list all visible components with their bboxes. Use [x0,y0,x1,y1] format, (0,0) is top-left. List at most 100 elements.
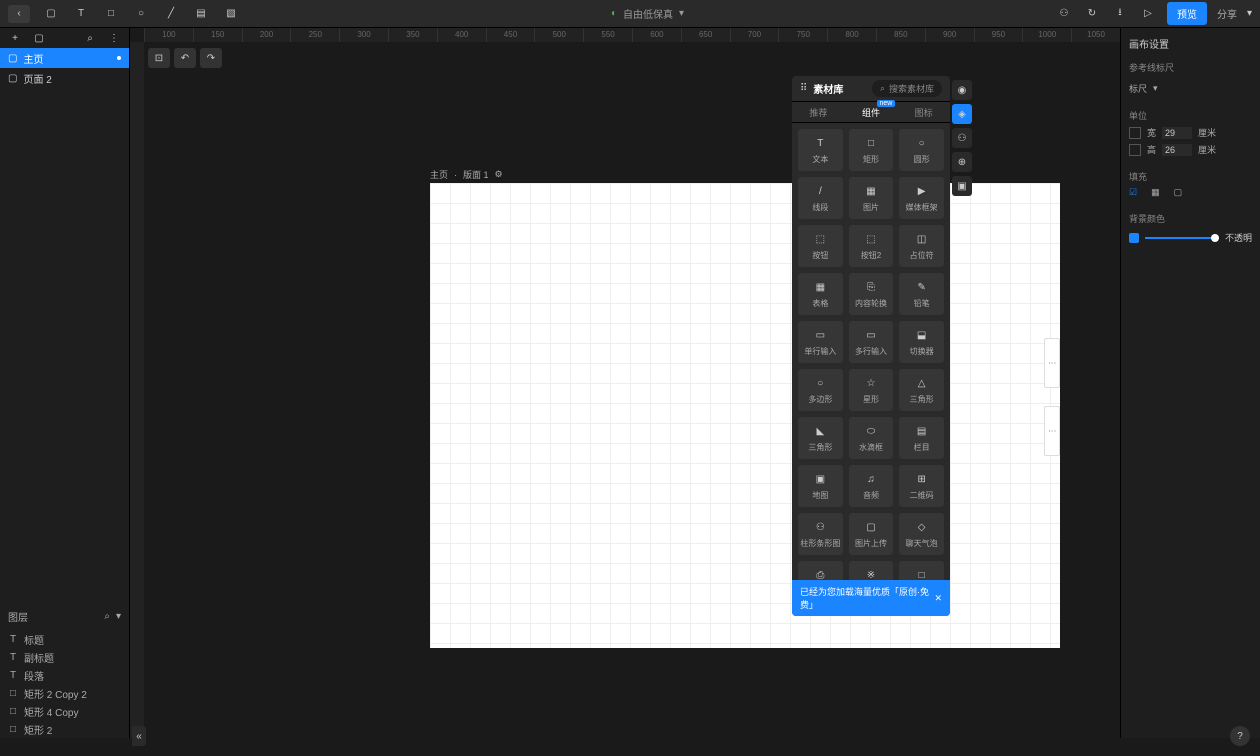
component-icon: ▦ [812,279,828,295]
outline-item[interactable]: □矩形 4 Copy [0,702,129,720]
circle-tool-icon[interactable]: ○ [132,5,150,23]
component-cell[interactable]: ◣三角形 [798,417,843,459]
component-cell[interactable]: ⬭水滴框 [849,417,894,459]
component-cell[interactable]: ※特效 [849,561,894,580]
zoom-fit-icon[interactable]: ⊡ [148,48,170,68]
ruler-tick: 1000 [1022,28,1071,42]
component-cell[interactable]: ⬚按钮2 [849,225,894,267]
artboard-settings-icon[interactable]: ⚙ [495,169,503,180]
play-icon[interactable]: ▷ [1139,5,1157,23]
component-cell[interactable]: ✎铅笔 [899,273,944,315]
component-cell[interactable]: ⊞二维码 [899,465,944,507]
vtab-5[interactable]: ▣ [952,176,972,196]
more-icon[interactable]: ⋮ [105,29,123,47]
component-cell[interactable]: ○多边形 [798,369,843,411]
dropdown-icon[interactable]: ▾ [679,8,684,19]
vtab-4[interactable]: ⊕ [952,152,972,172]
component-cell[interactable]: ▦表格 [798,273,843,315]
fill-option-icon[interactable]: ▦ [1151,187,1160,198]
canvas-area[interactable]: 1001502002503003504004505005506006507007… [130,28,1120,738]
vertical-tabs: ◉ ◈ ⚇ ⊕ ▣ [952,80,972,196]
component-cell[interactable]: ▣地图 [798,465,843,507]
panel-drag-icon[interactable]: ⠿ [800,83,807,94]
component-cell[interactable]: ◇聊天气泡 [899,513,944,555]
component-cell[interactable]: T文本 [798,129,843,171]
component-cell[interactable]: △三角形 [899,369,944,411]
outline-item[interactable]: T标题 [0,630,129,648]
image-tool-icon[interactable]: ▧ [222,5,240,23]
component-cell[interactable]: □矩形 [849,129,894,171]
rect-tool-icon[interactable]: □ [102,5,120,23]
folder-icon[interactable]: ▢ [30,29,48,47]
history-icon[interactable]: ↻ [1083,5,1101,23]
back-button[interactable]: ‹ [8,5,30,23]
component-search[interactable]: ⌕ 搜索素材库 [872,80,942,97]
artboard-label[interactable]: 主页 · 版面 1 ⚙ [430,168,503,181]
redo-icon[interactable]: ↷ [200,48,222,68]
vtab-1[interactable]: ◉ [952,80,972,100]
note-tool-icon[interactable]: ▤ [192,5,210,23]
component-cell[interactable]: ⎘内容轮换 [849,273,894,315]
component-cell[interactable]: ⎙相机 [798,561,843,580]
component-cell[interactable]: ▭单行输入 [798,321,843,363]
opacity-slider[interactable] [1145,237,1219,239]
component-cell[interactable]: ▶媒体框架 [899,177,944,219]
component-cell[interactable]: ○圆形 [899,129,944,171]
page-item-2[interactable]: ▢ 页面 2 [0,68,129,88]
share-label[interactable]: 分享 [1217,6,1237,21]
component-cell[interactable]: ▤栏目 [899,417,944,459]
preview-button[interactable]: 预览 [1167,2,1207,25]
outline-search-icon[interactable]: ⌕ [104,611,110,622]
page-item-home[interactable]: ▢ 主页 [0,48,129,68]
share-dropdown-icon[interactable]: ▾ [1247,8,1252,19]
component-cell[interactable]: □框架 [899,561,944,580]
ruler-dropdown-icon[interactable]: ▾ [1153,83,1158,94]
component-cell[interactable]: ☆星形 [849,369,894,411]
component-cell[interactable]: /线段 [798,177,843,219]
component-cell[interactable]: ⬓切换器 [899,321,944,363]
tab-components[interactable]: 组件new [845,102,898,122]
outline-title: 图层 [8,609,28,624]
user-icon[interactable]: ⚇ [1055,5,1073,23]
artboard-canvas[interactable] [430,183,1060,648]
text-tool-icon[interactable]: T [72,5,90,23]
close-footer-icon[interactable]: ✕ [934,593,942,604]
color-swatch[interactable] [1129,233,1139,243]
component-cell[interactable]: ◫占位符 [899,225,944,267]
width-unit: 厘米 [1198,126,1216,139]
fill-checkbox-on[interactable]: ☑ [1129,187,1137,198]
component-label: 栏目 [914,442,930,453]
tab-recommend[interactable]: 推荐 [792,102,845,122]
file-icon[interactable]: ▢ [42,5,60,23]
outline-item[interactable]: □矩形 2 [0,720,129,738]
vtab-2[interactable]: ◈ [952,104,972,124]
ruler-tick: 400 [437,28,486,42]
side-handle-1[interactable]: ⋮ [1044,338,1060,388]
component-cell[interactable]: ▢图片上传 [849,513,894,555]
outline-item[interactable]: □矩形 2 Copy 2 [0,684,129,702]
help-icon[interactable]: ? [1230,726,1250,746]
tab-icons[interactable]: 图标 [897,102,950,122]
fill-checkbox-off[interactable]: ▢ [1174,187,1183,198]
side-handle-2[interactable]: ⋮ [1044,406,1060,456]
outline-item[interactable]: T副标题 [0,648,129,666]
component-cell[interactable]: ⚇柱形条形图 [798,513,843,555]
component-footer[interactable]: 已经为您加载海量优质「原创·免费」 ✕ [792,580,950,616]
line-tool-icon[interactable]: ╱ [162,5,180,23]
search-pages-icon[interactable]: ⌕ [81,29,99,47]
component-label: 图片上传 [855,538,887,549]
outline-collapse-icon[interactable]: ▾ [116,611,121,622]
component-cell[interactable]: ▭多行输入 [849,321,894,363]
vtab-3[interactable]: ⚇ [952,128,972,148]
height-input[interactable] [1162,144,1192,156]
undo-icon[interactable]: ↶ [174,48,196,68]
component-cell[interactable]: ♫音频 [849,465,894,507]
component-cell[interactable]: ⬚按钮 [798,225,843,267]
collapse-left-icon[interactable]: « [132,726,146,746]
component-cell[interactable]: ▦图片 [849,177,894,219]
add-page-icon[interactable]: + [6,29,24,47]
download-icon[interactable]: ⭳ [1111,5,1129,23]
component-label: 柱形条形图 [800,538,840,549]
width-input[interactable] [1162,127,1192,139]
outline-item[interactable]: T段落 [0,666,129,684]
